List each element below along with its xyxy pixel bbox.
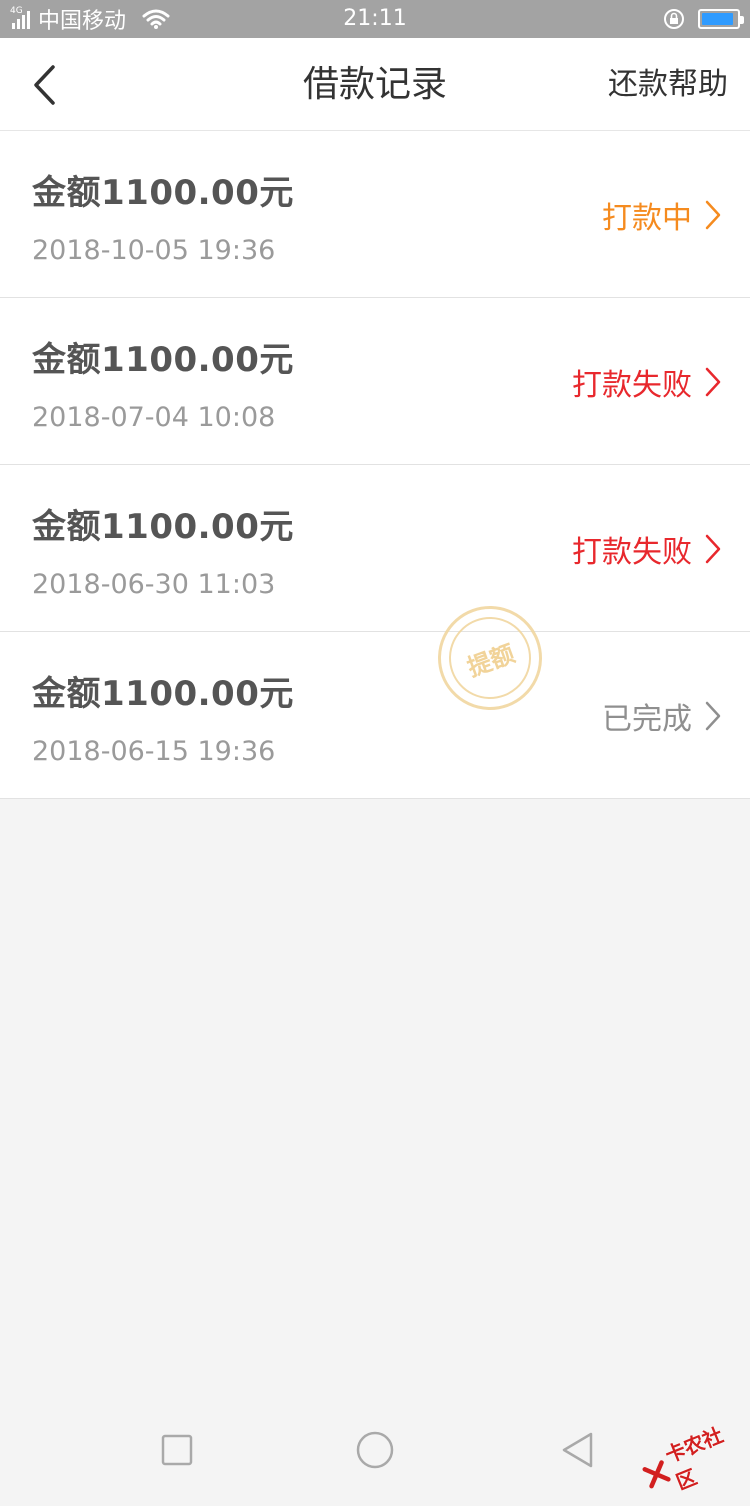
chevron-right-icon xyxy=(704,366,722,398)
record-datetime: 2018-06-30 11:03 xyxy=(32,569,275,600)
loan-record-row[interactable]: 金额1100.00元 2018-06-30 11:03 打款失败 xyxy=(0,465,750,632)
watermark-text: 卡农社区 xyxy=(660,1414,749,1495)
status-bar: 4G 中国移动 21:11 xyxy=(0,0,750,38)
battery-icon xyxy=(698,9,740,29)
record-status-label: 打款失败 xyxy=(572,527,692,571)
loan-record-row[interactable]: 金额1100.00元 2018-07-04 10:08 打款失败 xyxy=(0,298,750,465)
record-amount: 金额1100.00元 xyxy=(32,499,294,548)
clock: 21:11 xyxy=(0,0,750,38)
circle-icon xyxy=(355,1430,395,1470)
loan-record-row[interactable]: 金额1100.00元 2018-06-15 19:36 已完成 xyxy=(0,632,750,799)
chevron-right-icon xyxy=(704,700,722,732)
watermark-logo-icon xyxy=(641,1458,673,1491)
chevron-right-icon xyxy=(704,533,722,565)
system-nav-bar: 卡农社区 xyxy=(0,1400,750,1500)
chevron-right-icon xyxy=(704,199,722,231)
back-nav-button[interactable] xyxy=(557,1430,597,1470)
record-amount: 金额1100.00元 xyxy=(32,666,294,715)
record-datetime: 2018-06-15 19:36 xyxy=(32,736,275,767)
record-status: 打款中 xyxy=(602,131,722,298)
nav-bar: 借款记录 还款帮助 xyxy=(0,38,750,131)
rotation-lock-icon xyxy=(662,7,686,31)
loan-record-row[interactable]: 金额1100.00元 2018-10-05 19:36 打款中 xyxy=(0,131,750,298)
loan-record-list: 金额1100.00元 2018-10-05 19:36 打款中 金额1100.0… xyxy=(0,131,750,799)
stamp-text: 提额 xyxy=(461,633,518,682)
record-status-label: 打款失败 xyxy=(572,360,692,404)
record-status: 打款失败 xyxy=(572,298,722,465)
record-amount: 金额1100.00元 xyxy=(32,165,294,214)
record-datetime: 2018-07-04 10:08 xyxy=(32,402,275,433)
record-datetime: 2018-10-05 19:36 xyxy=(32,235,275,266)
record-status-label: 打款中 xyxy=(602,193,692,237)
record-amount: 金额1100.00元 xyxy=(32,332,294,381)
battery-fill xyxy=(702,13,733,25)
status-right xyxy=(662,0,740,38)
record-status: 打款失败 xyxy=(572,465,722,632)
record-status: 已完成 xyxy=(602,632,722,799)
record-status-label: 已完成 xyxy=(602,694,692,738)
square-icon xyxy=(160,1433,194,1467)
watermark: 卡农社区 xyxy=(637,1421,746,1499)
repayment-help-link[interactable]: 还款帮助 xyxy=(608,38,728,131)
home-button[interactable] xyxy=(355,1430,395,1470)
recent-apps-button[interactable] xyxy=(157,1430,197,1470)
triangle-back-icon xyxy=(559,1430,595,1470)
